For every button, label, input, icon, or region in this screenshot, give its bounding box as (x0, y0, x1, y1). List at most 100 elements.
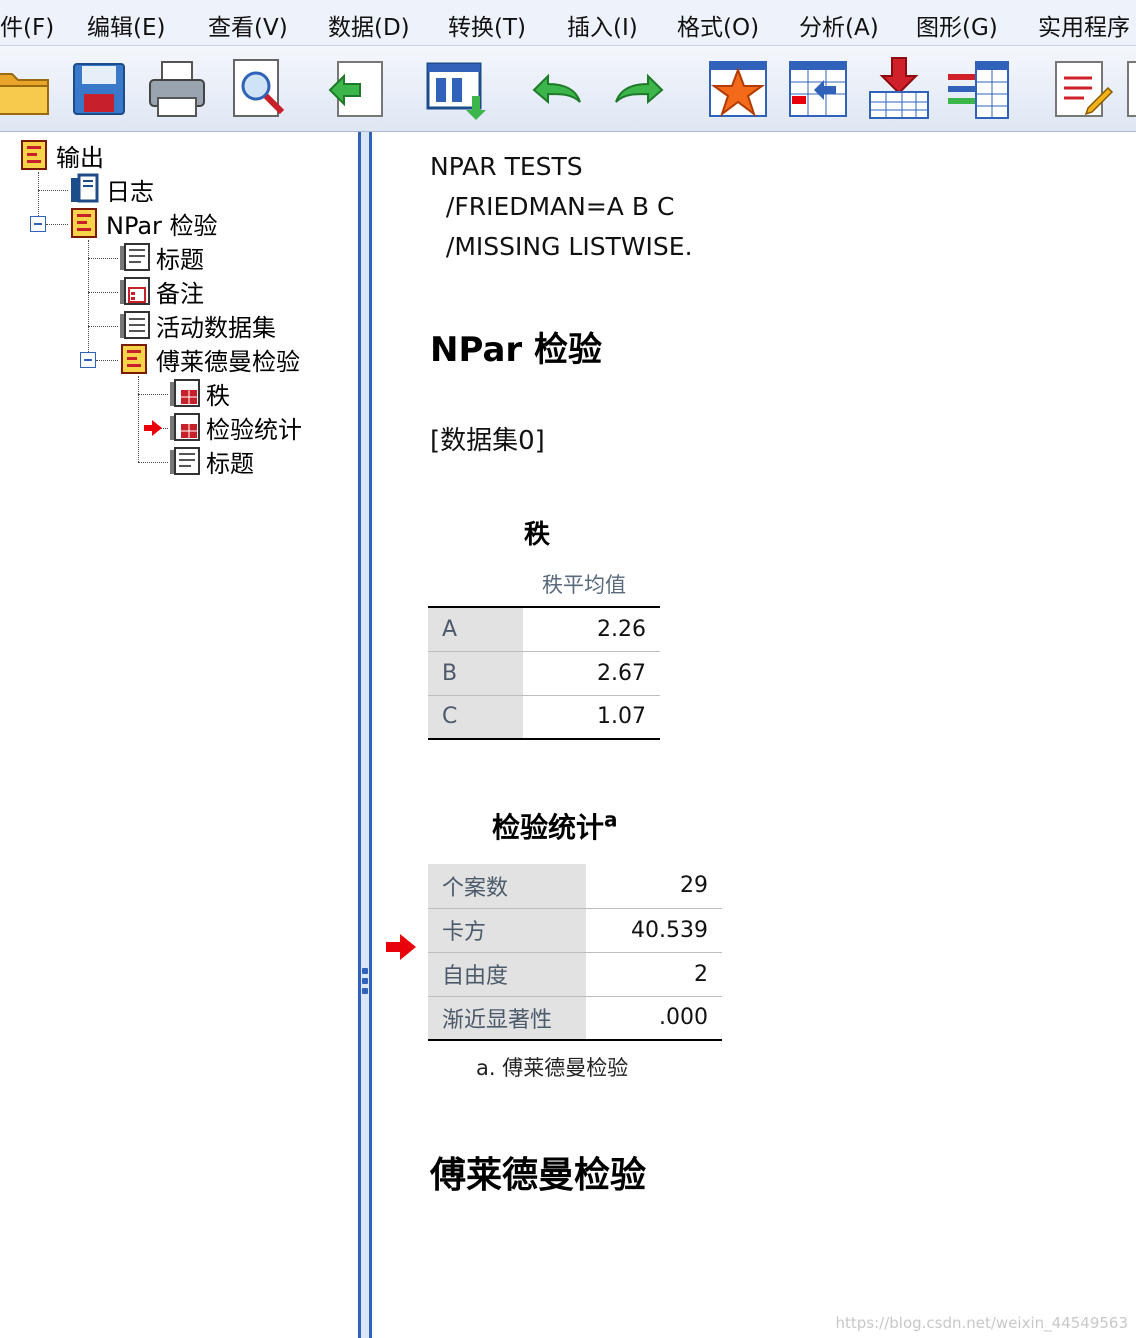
log-icon (68, 172, 102, 206)
ranks-table[interactable]: A 2.26 B 2.67 C 1.07 (428, 606, 660, 740)
tree-label: 备注 (156, 279, 204, 308)
row-label: 渐近显著性 (428, 996, 586, 1041)
cell-value: 2.26 (523, 606, 660, 652)
cell-value: 1.07 (523, 695, 660, 740)
dataset-label: [数据集0] (430, 426, 545, 456)
notes-button[interactable] (1048, 56, 1114, 122)
cell-value: 40.539 (586, 908, 722, 953)
notes-page-icon (118, 274, 152, 308)
output-book-icon (68, 206, 102, 240)
menu-view[interactable]: 查看(V) (208, 8, 288, 42)
cell-value: 29 (586, 864, 722, 909)
recall-dialog-icon (426, 62, 486, 120)
tree-node-active-dataset[interactable]: 活动数据集 (118, 308, 276, 342)
designate-window-button[interactable] (706, 56, 772, 122)
toolbar-overflow-button[interactable] (1126, 56, 1136, 122)
redo-button[interactable] (606, 56, 672, 122)
menu-graphs[interactable]: 图形(G) (916, 8, 998, 42)
export-button[interactable] (324, 56, 390, 122)
row-label: 个案数 (428, 864, 586, 909)
footnote-marker: a (604, 807, 618, 832)
tree-node-ranks[interactable]: 秩 (168, 376, 230, 410)
row-label: A (428, 606, 523, 652)
test-statistics-table[interactable]: 个案数 29 卡方 40.539 自由度 2 渐近显著性 .000 (428, 864, 722, 1041)
tree-node-log[interactable]: 日志 (68, 172, 154, 206)
table-row: B 2.67 (428, 651, 660, 696)
menu-bar: 件(F) 编辑(E) 查看(V) 数据(D) 转换(T) 插入(I) 格式(O)… (0, 0, 1136, 46)
npar-collapse-toggle[interactable] (30, 216, 46, 232)
tree-node-output[interactable]: 输出 (18, 138, 104, 172)
open-folder-icon (0, 73, 49, 115)
toolbar-partial-icon (1127, 61, 1136, 117)
outline-pane: 输出 日志 NPar 检验 标题 备注 活动数据集 傅莱德曼检验 秩 检验统计 … (0, 132, 358, 1338)
menu-utilities[interactable]: 实用程序 (1038, 8, 1130, 42)
goto-data-button[interactable] (786, 56, 852, 122)
tree-label: 傅莱德曼检验 (156, 347, 300, 376)
menu-insert[interactable]: 插入(I) (567, 8, 638, 42)
print-preview-icon (233, 59, 285, 117)
table-row: 自由度 2 (428, 952, 722, 997)
tree-label: 秩 (206, 381, 230, 410)
insert-variable-icon (869, 57, 929, 119)
menu-file[interactable]: 件(F) (0, 8, 54, 42)
goto-data-icon (789, 61, 847, 117)
tree-node-friedman-test[interactable]: 傅莱德曼检验 (118, 342, 300, 376)
table-row: C 1.07 (428, 695, 660, 740)
title-page-icon (168, 444, 202, 478)
undo-button[interactable] (524, 56, 590, 122)
tree-node-npar-title[interactable]: 标题 (118, 240, 204, 274)
recall-dialog-button[interactable] (424, 56, 490, 122)
designate-window-icon (709, 61, 767, 117)
npar-heading: NPar 检验 (430, 330, 603, 370)
tree-node-npar-tests[interactable]: NPar 检验 (68, 206, 218, 240)
insert-variable-button[interactable] (866, 56, 932, 122)
title-page-icon (118, 240, 152, 274)
row-label: C (428, 695, 523, 740)
selection-arrow-icon (144, 420, 162, 436)
variables-button[interactable] (946, 56, 1012, 122)
syntax-line: /MISSING LISTWISE. (430, 232, 693, 261)
table-row: 渐近显著性 .000 (428, 996, 722, 1041)
table-row: 卡方 40.539 (428, 908, 722, 953)
output-book-icon (18, 138, 52, 172)
print-icon (149, 61, 205, 117)
pane-splitter[interactable] (358, 132, 372, 1338)
watermark: https://blog.csdn.net/weixin_44549563 (835, 1314, 1128, 1332)
tree-node-friedman-title[interactable]: 标题 (168, 444, 254, 478)
tree-label: 检验统计 (206, 415, 302, 444)
redo-icon (615, 73, 664, 105)
table-row: A 2.26 (428, 606, 660, 652)
menu-edit[interactable]: 编辑(E) (87, 8, 165, 42)
test-statistics-title: 检验统计a (492, 806, 618, 846)
undo-icon (532, 73, 581, 105)
friedman-collapse-toggle[interactable] (80, 352, 96, 368)
ranks-column-header: 秩平均值 (542, 573, 626, 597)
print-button[interactable] (144, 56, 210, 122)
tree-node-notes[interactable]: 备注 (118, 274, 204, 308)
print-preview-button[interactable] (226, 56, 292, 122)
save-button[interactable] (66, 56, 132, 122)
tree-label: NPar 检验 (106, 211, 218, 240)
selection-arrow-icon (386, 934, 416, 960)
menu-format[interactable]: 格式(O) (677, 8, 759, 42)
table-row: 个案数 29 (428, 864, 722, 909)
friedman-heading: 傅莱德曼检验 (430, 1154, 647, 1196)
save-icon (73, 63, 125, 115)
syntax-line: /FRIEDMAN=A B C (430, 192, 675, 221)
open-button[interactable] (0, 56, 52, 122)
ranks-table-title: 秩 (524, 520, 551, 550)
export-icon (328, 61, 383, 117)
output-book-icon (118, 342, 152, 376)
tree-label: 活动数据集 (156, 313, 276, 342)
menu-transform[interactable]: 转换(T) (448, 8, 526, 42)
text-page-icon (118, 308, 152, 342)
pivot-table-icon (168, 376, 202, 410)
menu-data[interactable]: 数据(D) (328, 8, 410, 42)
tree-label: 标题 (156, 245, 204, 274)
tree-node-test-statistics[interactable]: 检验统计 (168, 410, 302, 444)
menu-analyze[interactable]: 分析(A) (799, 8, 879, 42)
tree-label: 标题 (206, 449, 254, 478)
title-text: 检验统计 (492, 811, 605, 844)
cell-value: 2.67 (523, 651, 660, 696)
row-label: 卡方 (428, 908, 586, 953)
